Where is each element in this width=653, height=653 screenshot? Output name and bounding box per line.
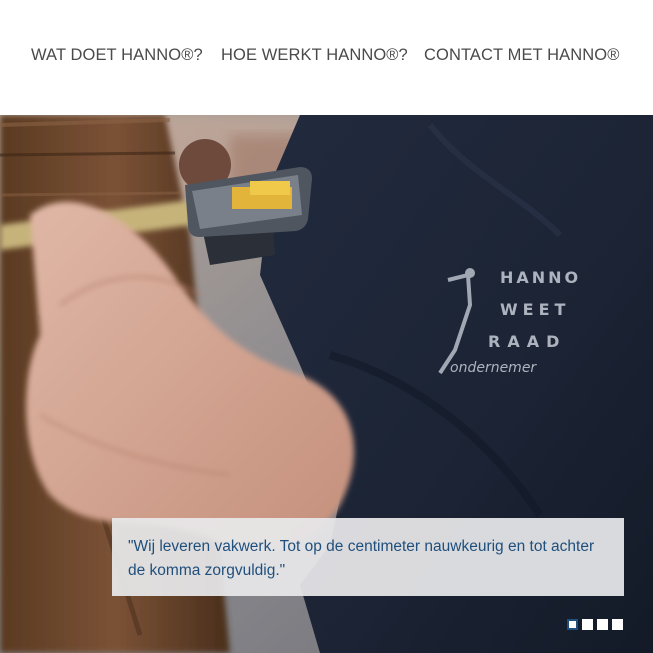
slider-dot-4[interactable] — [612, 619, 623, 630]
nav-link-wat-doet-hanno[interactable]: WAT DOET HANNO®? — [31, 46, 203, 65]
quote-caption: "Wij leveren vakwerk. Tot op de centimet… — [112, 518, 624, 596]
svg-text:RAAD: RAAD — [488, 332, 566, 351]
quote-text: "Wij leveren vakwerk. Tot op de centimet… — [128, 538, 595, 579]
nav-link-contact-met-hanno[interactable]: CONTACT MET HANNO® — [424, 46, 619, 65]
svg-text:ondernemer: ondernemer — [450, 360, 537, 376]
slider-dot-1[interactable] — [567, 619, 578, 630]
svg-text:WEET: WEET — [500, 300, 570, 319]
svg-text:HANNO: HANNO — [500, 268, 581, 287]
slider-dot-2[interactable] — [582, 619, 593, 630]
top-navigation: WAT DOET HANNO®? HOE WERKT HANNO®? CONTA… — [0, 0, 653, 115]
hero-slider: HANNO WEET RAAD ondernemer "Wij leveren … — [0, 115, 653, 653]
slider-dot-3[interactable] — [597, 619, 608, 630]
nav-link-hoe-werkt-hanno[interactable]: HOE WERKT HANNO®? — [221, 46, 408, 65]
